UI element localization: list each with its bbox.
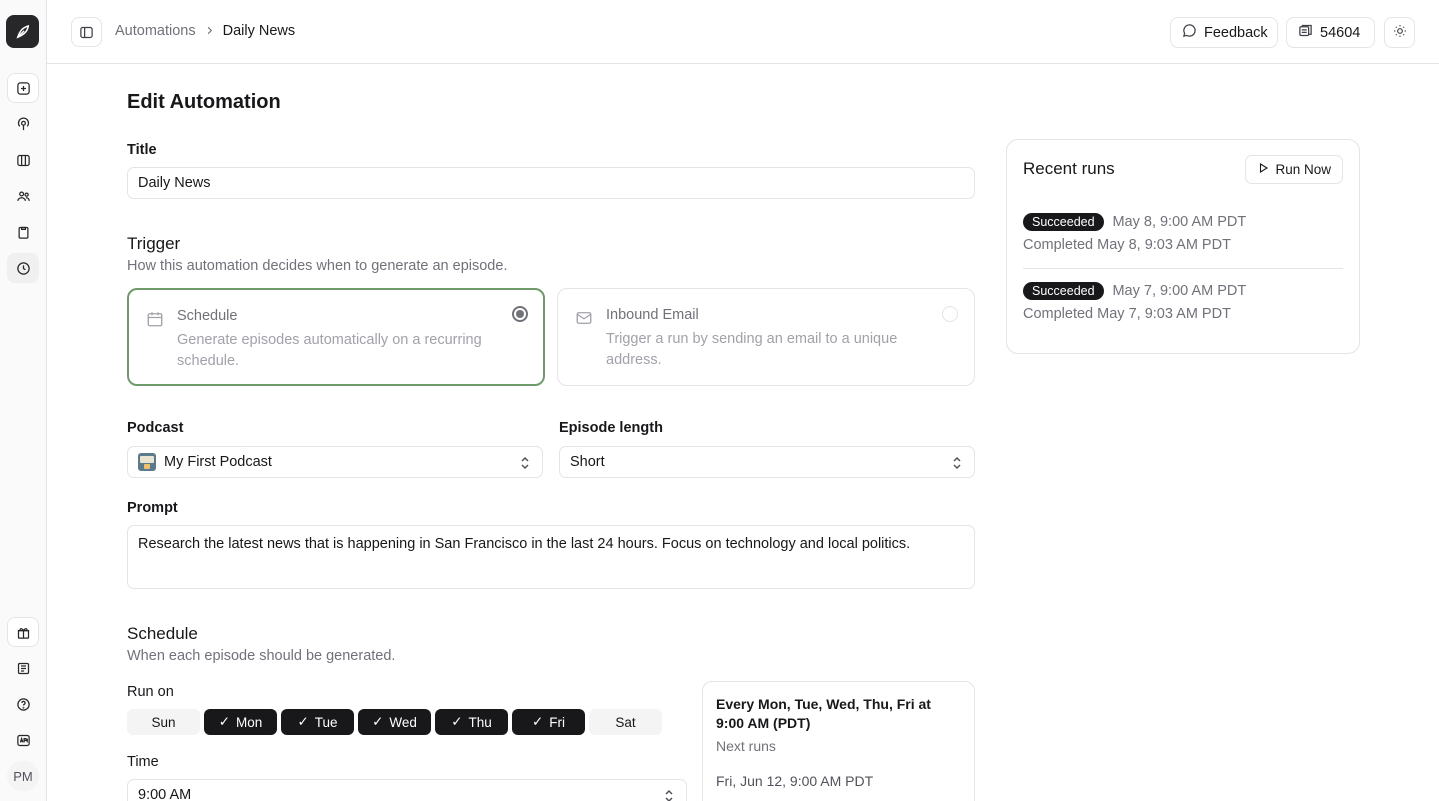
title-label: Title (127, 142, 157, 158)
feedback-label: Feedback (1204, 24, 1268, 41)
check-icon: ✓ (531, 714, 544, 729)
day-toggle-mon[interactable]: ✓ Mon (204, 709, 277, 735)
status-badge: Succeeded (1023, 282, 1104, 301)
run-started: May 7, 9:00 AM PDT (1112, 283, 1247, 300)
logo-icon[interactable] (6, 15, 39, 48)
radio-selected[interactable] (512, 306, 528, 322)
theme-toggle-button[interactable] (1384, 17, 1415, 48)
day-toggle-sat[interactable]: Sat (589, 709, 662, 735)
day-label: Thu (468, 714, 492, 730)
chevron-right-icon (204, 24, 215, 39)
credits-count: 54604 (1320, 24, 1361, 41)
day-label: Fri (549, 714, 566, 730)
feedback-button[interactable]: Feedback (1170, 17, 1278, 48)
credits-button[interactable]: 54604 (1286, 17, 1375, 48)
run-started: May 8, 9:00 AM PDT (1112, 214, 1247, 231)
podcast-select[interactable]: My First Podcast (127, 446, 543, 478)
prompt-textarea[interactable]: Research the latest news that is happeni… (127, 525, 975, 589)
title-input[interactable]: Daily News (127, 167, 975, 199)
automation-clock-icon[interactable] (7, 253, 39, 283)
avatar[interactable]: PM (7, 761, 39, 791)
breadcrumb-automations[interactable]: Automations (115, 23, 196, 39)
trigger-option-desc: Generate episodes automatically on a rec… (177, 332, 482, 369)
day-label: Sat (615, 714, 636, 730)
breadcrumb: Automations Daily News (115, 23, 295, 39)
sidebar-toggle-icon[interactable] (71, 17, 102, 47)
day-label: Mon (236, 714, 263, 730)
schedule-heading: Schedule (127, 624, 198, 643)
check-icon: ✓ (451, 714, 463, 729)
help-icon[interactable] (7, 689, 39, 719)
day-label: Tue (314, 714, 338, 730)
run-row[interactable]: Succeeded May 8, 9:00 AM PDT Completed M… (1023, 213, 1344, 253)
newspaper-icon[interactable] (7, 653, 39, 683)
mail-icon (575, 309, 593, 330)
time-label: Time (127, 754, 159, 770)
add-square-icon[interactable] (7, 73, 39, 103)
message-icon (1182, 23, 1197, 42)
api-icon[interactable] (7, 725, 39, 755)
chevrons-up-down-icon (664, 789, 674, 801)
chevrons-up-down-icon (520, 456, 530, 470)
clipboard-icon[interactable] (7, 217, 39, 247)
run-on-label: Run on (127, 684, 174, 700)
run-now-label: Run Now (1275, 162, 1331, 177)
run-completed: Completed May 8, 9:03 AM PDT (1023, 237, 1231, 254)
check-icon: ✓ (297, 714, 309, 729)
calendar-icon (146, 310, 164, 331)
schedule-subtitle: When each episode should be generated. (127, 648, 396, 664)
schedule-summary-card: Every Mon, Tue, Wed, Thu, Fri at 9:00 AM… (702, 681, 975, 801)
status-badge: Succeeded (1023, 213, 1104, 232)
time-value: 9:00 AM (138, 787, 192, 801)
library-icon[interactable] (7, 145, 39, 175)
day-toggle-fri[interactable]: ✓ Fri (512, 709, 585, 735)
recent-runs-card: Recent runs Run Now Succeeded May 8, 9:0… (1006, 139, 1360, 354)
next-runs-label: Next runs (716, 738, 776, 754)
trigger-option-schedule[interactable]: Schedule Generate episodes automatically… (127, 288, 545, 386)
episode-length-select[interactable]: Short (559, 446, 975, 478)
sun-icon (1393, 24, 1407, 42)
divider (1023, 268, 1343, 269)
trigger-subtitle: How this automation decides when to gene… (127, 258, 508, 274)
left-rail: PM (0, 0, 47, 801)
trigger-option-name: Inbound Email (606, 307, 699, 323)
run-now-button[interactable]: Run Now (1245, 155, 1343, 184)
day-label: Sun (151, 714, 176, 730)
check-icon: ✓ (218, 714, 231, 729)
schedule-summary: Every Mon, Tue, Wed, Thu, Fri at 9:00 AM… (716, 696, 931, 731)
podcast-thumbnail-icon (138, 453, 156, 471)
next-run-item: Fri, Jun 12, 9:00 AM PDT (716, 773, 874, 789)
coins-icon (1298, 23, 1313, 42)
check-icon: ✓ (372, 714, 384, 729)
day-toggle-tue[interactable]: ✓ Tue (281, 709, 354, 735)
trigger-option-inbound-email[interactable]: Inbound Email Trigger a run by sending a… (557, 288, 975, 386)
day-toggle-thu[interactable]: ✓ Thu (435, 709, 508, 735)
podcast-label: Podcast (127, 420, 184, 436)
podcast-icon[interactable] (7, 109, 39, 139)
trigger-heading: Trigger (127, 234, 181, 253)
prompt-label: Prompt (127, 500, 178, 516)
recent-runs-title: Recent runs (1023, 159, 1115, 178)
radio-unselected[interactable] (942, 306, 958, 322)
play-icon (1257, 162, 1269, 177)
episode-length-value: Short (570, 454, 605, 470)
breadcrumb-current: Daily News (222, 23, 296, 39)
run-row[interactable]: Succeeded May 7, 9:00 AM PDT Completed M… (1023, 282, 1344, 322)
chevrons-up-down-icon (952, 456, 962, 470)
day-toggle-group: Sun ✓ Mon ✓ Tue ✓ Wed ✓ Thu ✓ Fri Sat (127, 709, 662, 735)
time-select[interactable]: 9:00 AM (127, 779, 687, 801)
day-label: Wed (389, 714, 417, 730)
run-completed: Completed May 7, 9:03 AM PDT (1023, 306, 1231, 323)
day-toggle-sun[interactable]: Sun (127, 709, 200, 735)
users-icon[interactable] (7, 181, 39, 211)
gift-icon[interactable] (7, 617, 39, 647)
trigger-option-name: Schedule (177, 308, 238, 324)
page-title: Edit Automation (127, 91, 281, 113)
episode-length-label: Episode length (559, 420, 663, 436)
trigger-option-desc: Trigger a run by sending an email to a u… (606, 331, 898, 368)
podcast-value: My First Podcast (164, 454, 272, 470)
day-toggle-wed[interactable]: ✓ Wed (358, 709, 431, 735)
top-bar: Automations Daily News Feedback 54604 (47, 0, 1439, 64)
